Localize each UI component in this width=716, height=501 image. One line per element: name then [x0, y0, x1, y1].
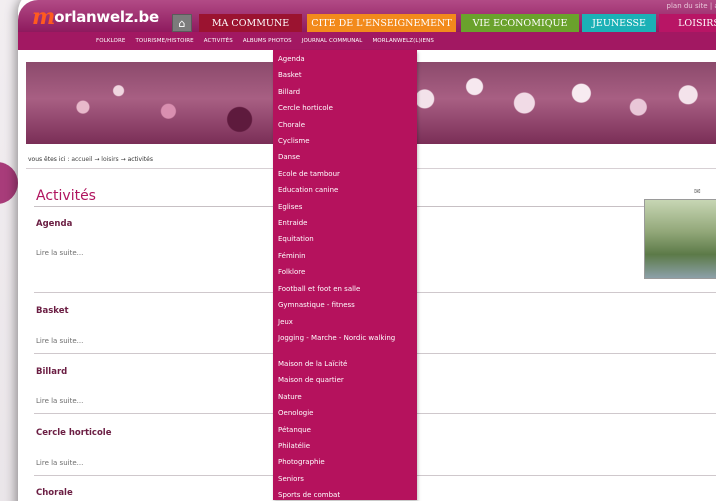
breadcrumb-accueil[interactable]: accueil	[71, 156, 92, 163]
subnav-item-activites[interactable]: ACTIVITÉS	[204, 38, 233, 44]
breadcrumb-current: activités	[127, 156, 153, 163]
menu-item-billard[interactable]: Billard	[278, 84, 417, 100]
menu-item-seniors[interactable]: Seniors	[278, 471, 417, 487]
menu-item-ecole-tambour[interactable]: Ecole de tambour	[278, 166, 417, 182]
tab-vie-economique[interactable]: VIE ECONOMIQUE	[461, 14, 579, 32]
menu-item-cercle-horticole[interactable]: Cercle horticole	[278, 100, 417, 116]
house-icon: ⌂	[178, 16, 186, 30]
menu-item-jeux[interactable]: Jeux	[278, 314, 417, 330]
home-button[interactable]: ⌂	[172, 14, 192, 32]
menu-item-basket[interactable]: Basket	[278, 67, 417, 83]
item-title-cercle-horticole[interactable]: Cercle horticole	[36, 428, 112, 438]
subnav-item-albums[interactable]: ALBUMS PHOTOS	[243, 38, 292, 44]
subnav-item-journal[interactable]: JOURNAL COMMUNAL	[302, 38, 363, 44]
menu-item-jogging[interactable]: Jogging - Marche - Nordic walking	[278, 330, 406, 356]
tab-jeunesse[interactable]: JEUNESSE	[582, 14, 656, 32]
menu-item-equitation[interactable]: Equitation	[278, 231, 417, 247]
menu-item-football[interactable]: Football et foot en salle	[278, 281, 417, 297]
side-photo	[644, 199, 716, 279]
menu-item-entraide[interactable]: Entraide	[278, 215, 417, 231]
subnav-item-liens[interactable]: MORLANWELZ(L)IENS	[372, 38, 433, 44]
email-icon[interactable]: ✉	[694, 187, 701, 196]
site-links[interactable]: plan du site | access	[667, 2, 716, 10]
menu-item-feminin[interactable]: Féminin	[278, 248, 417, 264]
menu-item-photographie[interactable]: Photographie	[278, 454, 417, 470]
menu-item-eglises[interactable]: Eglises	[278, 199, 417, 215]
read-more-link[interactable]: Lire la suite...	[36, 397, 83, 405]
tab-cite-enseignement[interactable]: CITE DE L'ENSEIGNEMENT	[307, 14, 456, 32]
menu-item-philatelie[interactable]: Philatélie	[278, 438, 417, 454]
logo-text: orlanwelz.be	[54, 8, 159, 26]
browser-page: m orlanwelz.be plan du site | access ⌂ M…	[18, 0, 716, 501]
menu-item-danse[interactable]: Danse	[278, 149, 417, 165]
activities-dropdown-menu: Agenda Basket Billard Cercle horticole C…	[273, 50, 417, 500]
tab-ma-commune[interactable]: MA COMMUNE	[199, 14, 302, 32]
logo-letter: m	[32, 4, 56, 30]
print-email-icons[interactable]: ✉	[694, 187, 701, 196]
item-title-chorale[interactable]: Chorale	[36, 488, 73, 498]
subnav-item-tourisme[interactable]: TOURISME/HISTOIRE	[135, 38, 193, 44]
menu-item-petanque[interactable]: Pétanque	[278, 422, 417, 438]
breadcrumb-separator: →	[94, 156, 100, 163]
breadcrumb-separator: →	[120, 156, 126, 163]
subnav-bar: FOLKLORE TOURISME/HISTOIRE ACTIVITÉS ALB…	[18, 32, 716, 50]
item-title-billard[interactable]: Billard	[36, 367, 67, 377]
item-title-agenda[interactable]: Agenda	[36, 219, 72, 229]
menu-item-agenda[interactable]: Agenda	[278, 51, 417, 67]
menu-item-cyclisme[interactable]: Cyclisme	[278, 133, 417, 149]
menu-item-folklore[interactable]: Folklore	[278, 264, 417, 280]
tab-loisirs[interactable]: LOISIRS	[659, 14, 716, 32]
menu-item-maison-laicite[interactable]: Maison de la Laïcité	[278, 356, 417, 372]
breadcrumb-loisirs[interactable]: loisirs	[101, 156, 118, 163]
breadcrumb-prefix: vous êtes ici :	[28, 156, 70, 163]
read-more-link[interactable]: Lire la suite...	[36, 337, 83, 345]
subnav-item-folklore[interactable]: FOLKLORE	[96, 38, 125, 44]
read-more-link[interactable]: Lire la suite...	[36, 249, 83, 257]
menu-item-oenologie[interactable]: Oenologie	[278, 405, 417, 421]
menu-item-gymnastique[interactable]: Gymnastique - fitness	[278, 297, 417, 313]
menu-item-chorale[interactable]: Chorale	[278, 117, 417, 133]
menu-item-education-canine[interactable]: Education canine	[278, 182, 417, 198]
menu-item-maison-quartier[interactable]: Maison de quartier	[278, 372, 417, 388]
item-title-basket[interactable]: Basket	[36, 306, 69, 316]
menu-item-sports-combat[interactable]: Sports de combat	[278, 487, 417, 501]
menu-item-nature[interactable]: Nature	[278, 389, 417, 405]
breadcrumb: vous êtes ici : accueil → loisirs → acti…	[28, 156, 153, 163]
site-logo[interactable]: m orlanwelz.be	[32, 4, 159, 30]
read-more-link[interactable]: Lire la suite...	[36, 459, 83, 467]
page-title: Activités	[36, 188, 96, 204]
